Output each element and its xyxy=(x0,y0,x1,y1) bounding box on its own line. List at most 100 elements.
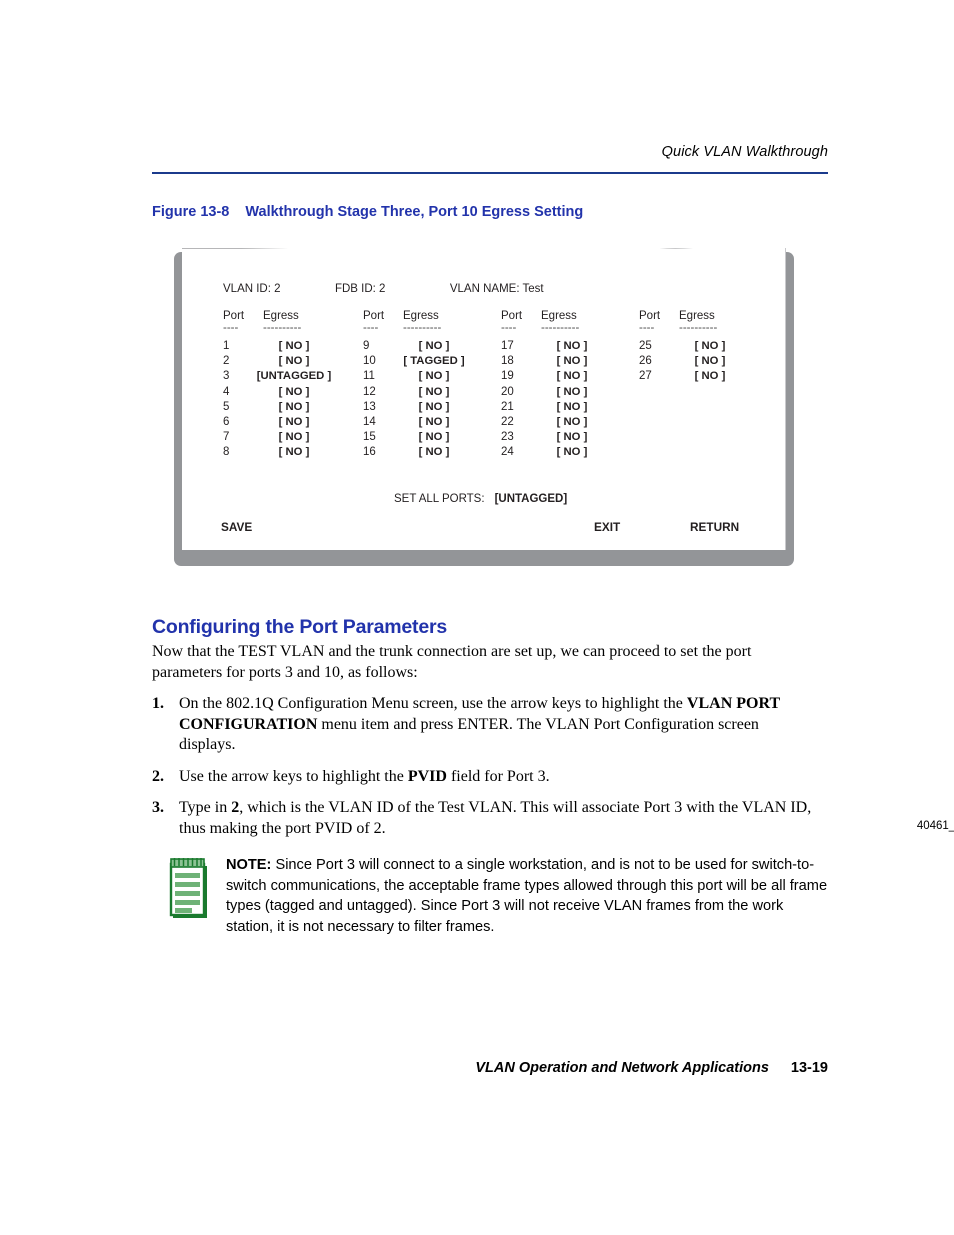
port-number: 4 xyxy=(223,385,230,398)
egress-value[interactable]: [ NO ] xyxy=(381,340,487,352)
footer-title: VLAN Operation and Network Applications xyxy=(475,1060,769,1076)
egress-value[interactable]: [ NO ] xyxy=(519,386,625,398)
list-item-emphasis: PVID xyxy=(407,767,447,785)
return-button[interactable]: RETURN xyxy=(690,520,739,534)
egress-value[interactable]: [ NO ] xyxy=(519,355,625,367)
column-rule-row: ---- ---------- xyxy=(639,322,773,340)
save-button[interactable]: SAVE xyxy=(221,520,252,534)
table-row: 1 [ NO ] xyxy=(223,340,357,355)
vlan-id-value: 2 xyxy=(274,283,281,295)
fdb-id-label: FDB ID: xyxy=(334,283,376,295)
egress-value[interactable]: [ TAGGED ] xyxy=(381,355,487,367)
egress-value[interactable]: [ NO ] xyxy=(657,355,763,367)
vlan-id-label: VLAN ID: xyxy=(223,283,271,295)
set-all-ports-label: SET ALL PORTS: xyxy=(394,493,485,505)
table-row: 13 [ NO ] xyxy=(363,401,497,416)
egress-value[interactable]: [ NO ] xyxy=(657,370,763,382)
egress-value[interactable]: [ NO ] xyxy=(241,416,347,428)
egress-value[interactable]: [ NO ] xyxy=(519,416,625,428)
egress-value[interactable]: [ NO ] xyxy=(381,416,487,428)
terminal-screen-content: VLAN ID: 2 FDB ID: 2 VLAN NAME: Test Por… xyxy=(182,248,785,550)
port-number: 13 xyxy=(363,400,376,413)
table-row: 27 [ NO ] xyxy=(639,370,773,385)
list-item-text-cont: field for Port 3. xyxy=(446,767,550,785)
set-all-ports-value[interactable]: [UNTAGGED] xyxy=(495,493,568,505)
column-rule-row: ---- ---------- xyxy=(223,322,357,340)
column-header-port: Port xyxy=(639,310,661,322)
port-number: 14 xyxy=(363,415,376,428)
table-row: 17 [ NO ] xyxy=(501,340,635,355)
egress-value[interactable]: [ NO ] xyxy=(519,370,625,382)
egress-value[interactable]: [ NO ] xyxy=(241,401,347,413)
port-number: 22 xyxy=(501,415,514,428)
list-item-text-cont: , which is the VLAN ID of the Test VLAN.… xyxy=(179,799,812,837)
port-number: 20 xyxy=(501,385,514,398)
footer-page-number: 13-19 xyxy=(790,1060,828,1076)
egress-value[interactable]: [ NO ] xyxy=(241,340,347,352)
exit-button[interactable]: EXIT xyxy=(594,520,620,534)
softkey-bar: SAVE EXIT RETURN xyxy=(182,520,785,536)
table-row: 21 [ NO ] xyxy=(501,401,635,416)
figure-number: Figure 13-8 xyxy=(152,204,230,220)
port-number: 19 xyxy=(501,370,514,383)
fdb-id-value: 2 xyxy=(379,283,386,295)
egress-value[interactable]: [ NO ] xyxy=(381,401,487,413)
egress-value[interactable]: [ NO ] xyxy=(381,446,487,458)
port-number: 27 xyxy=(639,370,652,383)
table-row: 26 [ NO ] xyxy=(639,355,773,370)
egress-value[interactable]: [ NO ] xyxy=(241,431,347,443)
table-row: 8 [ NO ] xyxy=(223,446,357,461)
port-number: 7 xyxy=(223,431,230,444)
column-rule-egress: ---------- xyxy=(541,322,580,334)
egress-value[interactable]: [ NO ] xyxy=(381,386,487,398)
port-number: 25 xyxy=(639,340,652,352)
list-item-number: 3. xyxy=(152,799,164,816)
port-number: 23 xyxy=(501,431,514,444)
terminal-screen-figure: VLAN ID: 2 FDB ID: 2 VLAN NAME: Test Por… xyxy=(174,248,954,832)
port-number: 16 xyxy=(363,446,376,459)
egress-value[interactable]: [ NO ] xyxy=(519,431,625,443)
port-number: 10 xyxy=(363,355,376,368)
list-item-text: On the 802.1Q Configuration Menu screen,… xyxy=(179,695,687,712)
port-number: 2 xyxy=(223,355,230,368)
vlan-identity-line: VLAN ID: 2 FDB ID: 2 VLAN NAME: Test xyxy=(223,283,544,295)
table-row: 16 [ NO ] xyxy=(363,446,497,461)
column-header-port: Port xyxy=(363,310,385,322)
port-number: 8 xyxy=(223,446,230,459)
column-header-egress: Egress xyxy=(679,310,715,322)
table-row: 24 [ NO ] xyxy=(501,446,635,461)
running-head: Quick VLAN Walkthrough xyxy=(661,144,828,160)
list-item: 2. Use the arrow keys to highlight the PV… xyxy=(152,767,812,788)
page-title: Configuring the Port Parameters xyxy=(152,616,448,638)
list-item-text: Use the arrow keys to highlight the xyxy=(179,767,408,785)
egress-value[interactable]: [ NO ] xyxy=(519,401,625,413)
list-item: 1. On the 802.1Q Configuration Menu scree… xyxy=(152,694,812,756)
numbered-step-list: 1. On the 802.1Q Configuration Menu scree… xyxy=(152,694,812,850)
port-number: 3 xyxy=(223,370,230,383)
figure-title: Walkthrough Stage Three, Port 10 Egress … xyxy=(245,204,584,220)
port-column-group: Port Egress ---- ---------- 9[ NO ] 10[ TAGGE… xyxy=(363,310,497,462)
egress-value[interactable]: [ NO ] xyxy=(241,446,347,458)
egress-value[interactable]: [ NO ] xyxy=(657,340,763,352)
table-row: 23 [ NO ] xyxy=(501,431,635,446)
list-item-number: 1. xyxy=(152,695,164,712)
port-number: 24 xyxy=(501,446,514,459)
port-number: 12 xyxy=(363,385,376,398)
egress-value[interactable]: [ NO ] xyxy=(381,431,487,443)
list-item: 3. Type in 2, which is the VLAN ID of the… xyxy=(152,798,812,839)
egress-value[interactable]: [ NO ] xyxy=(381,370,487,382)
port-column-group: Port Egress ---- ---------- 17[ NO ] 18[ NO ]… xyxy=(501,310,635,462)
column-rule-egress: ---------- xyxy=(679,322,718,334)
egress-value[interactable]: [UNTAGGED ] xyxy=(241,370,347,382)
column-header-egress: Egress xyxy=(403,310,439,322)
egress-value[interactable]: [ NO ] xyxy=(241,386,347,398)
list-item-text: Type in xyxy=(179,799,232,816)
egress-value[interactable]: [ NO ] xyxy=(241,355,347,367)
egress-value[interactable]: [ NO ] xyxy=(519,340,625,352)
column-rule-egress: ---------- xyxy=(403,322,442,334)
egress-value[interactable]: [ NO ] xyxy=(519,446,625,458)
column-header-egress: Egress xyxy=(263,310,299,322)
table-row: 25 [ NO ] xyxy=(639,340,773,355)
port-number: 9 xyxy=(363,340,370,352)
intro-paragraph: Now that the TEST VLAN and the trunk con… xyxy=(152,643,752,681)
